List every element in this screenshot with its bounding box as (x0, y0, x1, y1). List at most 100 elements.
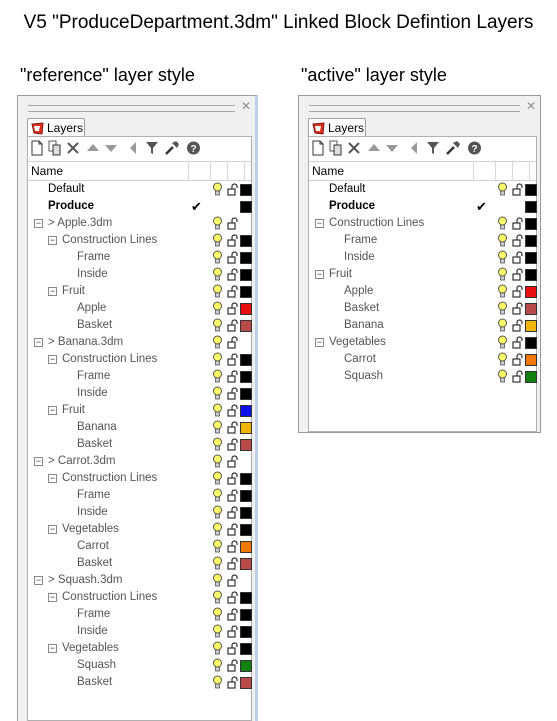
new-layer-icon[interactable] (30, 140, 46, 157)
column-divider[interactable] (512, 162, 513, 180)
layer-color-swatch[interactable] (240, 303, 252, 315)
layer-name[interactable]: Carrot (344, 353, 376, 365)
layer-name[interactable]: Frame (77, 370, 110, 382)
visibility-bulb-icon[interactable] (212, 522, 223, 537)
close-icon[interactable]: ✕ (526, 99, 536, 113)
visibility-bulb-icon[interactable] (212, 301, 223, 316)
close-icon[interactable]: ✕ (241, 99, 251, 113)
layer-row[interactable]: − > Apple.3dm (28, 215, 251, 232)
visibility-bulb-icon[interactable] (212, 352, 223, 367)
layer-color-swatch[interactable] (240, 524, 252, 536)
layer-name[interactable]: Construction Lines (62, 591, 157, 603)
layer-color-swatch[interactable] (240, 609, 252, 621)
column-divider[interactable] (227, 162, 228, 180)
layer-name[interactable]: Inside (344, 251, 375, 263)
layer-row[interactable]: − > Carrot.3dm (28, 453, 251, 470)
visibility-bulb-icon[interactable] (212, 420, 223, 435)
layer-color-swatch[interactable] (240, 235, 252, 247)
delete-icon[interactable] (66, 140, 82, 157)
layer-color-swatch[interactable] (525, 320, 537, 332)
visibility-bulb-icon[interactable] (212, 403, 223, 418)
layer-name[interactable]: Produce (48, 200, 94, 212)
new-sublayer-icon[interactable] (329, 140, 345, 157)
layer-name[interactable]: Fruit (329, 268, 352, 280)
layer-row[interactable]: Basket (28, 555, 252, 572)
unlocked-padlock-icon[interactable] (227, 676, 238, 689)
unlocked-padlock-icon[interactable] (227, 302, 238, 315)
unlocked-padlock-icon[interactable] (227, 659, 238, 672)
layer-row[interactable]: − > Banana.3dm (28, 334, 251, 351)
visibility-bulb-icon[interactable] (212, 454, 223, 469)
move-up-icon[interactable] (86, 140, 102, 157)
unlocked-padlock-icon[interactable] (512, 234, 523, 247)
visibility-bulb-icon[interactable] (212, 539, 223, 554)
layer-name[interactable]: Frame (77, 251, 110, 263)
filter-icon[interactable] (426, 140, 442, 157)
layer-row[interactable]: Frame (28, 249, 252, 266)
layer-row[interactable]: Basket (28, 436, 252, 453)
layer-row[interactable]: Carrot (28, 538, 252, 555)
collapse-toggle-icon[interactable]: − (34, 457, 43, 466)
layer-name[interactable]: Vegetables (62, 523, 119, 535)
layer-row[interactable]: Inside (28, 266, 252, 283)
layer-name[interactable]: > Apple.3dm (48, 217, 112, 229)
move-down-icon[interactable] (104, 140, 120, 157)
unlocked-padlock-icon[interactable] (227, 183, 238, 196)
layer-name[interactable]: Default (48, 183, 84, 195)
unlocked-padlock-icon[interactable] (227, 523, 238, 536)
collapse-toggle-icon[interactable]: − (48, 355, 57, 364)
column-divider[interactable] (210, 162, 211, 180)
layer-color-swatch[interactable] (240, 660, 252, 672)
layer-color-swatch[interactable] (240, 592, 252, 604)
visibility-bulb-icon[interactable] (212, 607, 223, 622)
unlocked-padlock-icon[interactable] (227, 574, 238, 587)
unlocked-padlock-icon[interactable] (227, 268, 238, 281)
unlocked-padlock-icon[interactable] (227, 608, 238, 621)
layer-row[interactable]: − Vegetables (28, 640, 252, 657)
layer-row[interactable]: Squash (28, 657, 252, 674)
move-up-icon[interactable] (367, 140, 383, 157)
unlocked-padlock-icon[interactable] (227, 370, 238, 383)
layer-color-swatch[interactable] (240, 473, 252, 485)
layer-row[interactable]: Inside (28, 623, 252, 640)
tools-icon[interactable] (164, 140, 180, 157)
tab-layers[interactable]: Layers (27, 118, 85, 137)
layer-name[interactable]: Inside (77, 625, 108, 637)
visibility-bulb-icon[interactable] (212, 369, 223, 384)
layer-name[interactable]: Frame (344, 234, 377, 246)
layer-name[interactable]: Construction Lines (329, 217, 424, 229)
unlocked-padlock-icon[interactable] (512, 268, 523, 281)
collapse-toggle-icon[interactable]: − (315, 270, 324, 279)
move-parent-icon[interactable] (407, 140, 423, 157)
collapse-toggle-icon[interactable]: − (48, 593, 57, 602)
column-divider[interactable] (529, 162, 530, 180)
layer-row[interactable]: Apple (309, 283, 537, 300)
visibility-bulb-icon[interactable] (497, 301, 508, 316)
unlocked-padlock-icon[interactable] (227, 404, 238, 417)
visibility-bulb-icon[interactable] (212, 233, 223, 248)
column-divider[interactable] (473, 162, 474, 180)
layer-row[interactable]: − Vegetables (309, 334, 537, 351)
layer-color-swatch[interactable] (240, 320, 252, 332)
layer-name[interactable]: Squash (344, 370, 383, 382)
layer-row[interactable]: − Fruit (28, 283, 252, 300)
layer-color-swatch[interactable] (240, 269, 252, 281)
visibility-bulb-icon[interactable] (212, 573, 223, 588)
unlocked-padlock-icon[interactable] (227, 421, 238, 434)
layer-row[interactable]: Basket (28, 317, 252, 334)
layer-row[interactable]: − > Squash.3dm (28, 572, 251, 589)
layer-name[interactable]: Apple (344, 285, 373, 297)
visibility-bulb-icon[interactable] (212, 675, 223, 690)
unlocked-padlock-icon[interactable] (227, 251, 238, 264)
layer-color-swatch[interactable] (240, 405, 252, 417)
unlocked-padlock-icon[interactable] (227, 557, 238, 570)
visibility-bulb-icon[interactable] (212, 182, 223, 197)
layer-row[interactable]: Inside (28, 385, 252, 402)
column-divider[interactable] (244, 162, 245, 180)
layer-row[interactable]: Banana (28, 419, 252, 436)
move-down-icon[interactable] (385, 140, 401, 157)
collapse-toggle-icon[interactable]: − (48, 644, 57, 653)
unlocked-padlock-icon[interactable] (227, 455, 238, 468)
layer-color-swatch[interactable] (240, 371, 252, 383)
layer-color-swatch[interactable] (240, 626, 252, 638)
